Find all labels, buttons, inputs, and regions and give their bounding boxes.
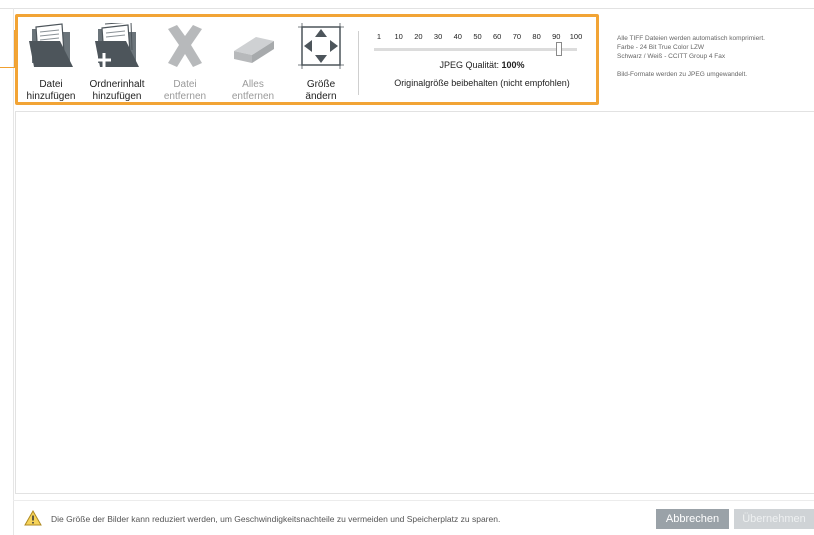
apply-button[interactable]: Übernehmen [734,509,814,529]
quality-scale-tick: 1 [376,32,382,41]
folder-add-contents-icon [95,23,139,67]
quality-slider-track[interactable] [374,48,577,51]
warning-triangle-icon [24,510,42,526]
add-folder-contents-button[interactable]: Ordnerinhalt hinzufügen [84,23,150,103]
cancel-button[interactable]: Abbrechen [656,509,729,529]
remove-all-label: Alles entfernen [231,79,275,102]
quality-scale: 1 10 20 30 40 50 60 70 80 90 100 [373,32,589,42]
quality-scale-tick: 20 [414,32,423,41]
jpeg-quality-label: JPEG Qualität: [439,60,499,70]
remove-all-button[interactable]: Alles entfernen [220,23,286,103]
callout-line-horizontal [0,67,15,68]
resize-button[interactable]: Größe ändern [288,23,354,103]
keep-original-size-option[interactable]: Originalgröße beibehalten (nicht empfohl… [374,78,590,88]
folder-add-file-icon [29,23,73,67]
resize-icon [298,23,344,69]
quality-scale-tick: 100 [569,32,583,41]
info-line: Bild-Formate werden zu JPEG umgewandelt. [617,71,748,78]
compression-info: Alle TIFF Dateien werden automatisch kom… [617,34,812,79]
info-line: Alle TIFF Dateien werden automatisch kom… [617,35,765,42]
jpeg-quality-value: 100% [501,60,525,70]
add-file-button[interactable]: Datei hinzufügen [18,23,84,103]
toolbar: Datei hinzufügen Ordnerinhalt hinzufügen… [15,14,599,105]
window-top-border [0,8,814,9]
quality-slider-thumb[interactable] [556,42,562,56]
quality-scale-tick: 80 [532,32,541,41]
add-folder-contents-label: Ordnerinhalt hinzufügen [89,79,145,102]
quality-scale-tick: 70 [512,32,522,41]
add-file-label: Datei hinzufügen [26,79,76,102]
info-line: Schwarz / Weiß - CCITT Group 4 Fax [617,53,726,60]
toolbar-separator [358,31,359,95]
eraser-icon [234,37,274,63]
footer-divider [13,500,814,501]
quality-scale-tick: 90 [552,32,561,41]
quality-scale-tick: 30 [433,32,443,41]
remove-file-button[interactable]: Datei entfernen [152,23,218,103]
remove-file-label: Datei entfernen [163,79,207,102]
quality-scale-tick: 40 [453,32,462,41]
quality-scale-tick: 60 [493,32,502,41]
quality-scale-tick: 50 [473,32,482,41]
info-line: Farbe - 24 Bit True Color LZW [617,44,705,51]
quality-scale-tick: 10 [394,32,403,41]
size-reduction-hint: Die Größe der Bilder kann reduziert werd… [51,514,501,524]
remove-x-icon [168,25,202,67]
jpeg-quality: JPEG Qualität: 100% [374,60,590,70]
window-left-border [13,8,14,535]
resize-label: Größe ändern [305,79,337,102]
file-list[interactable] [15,111,814,494]
